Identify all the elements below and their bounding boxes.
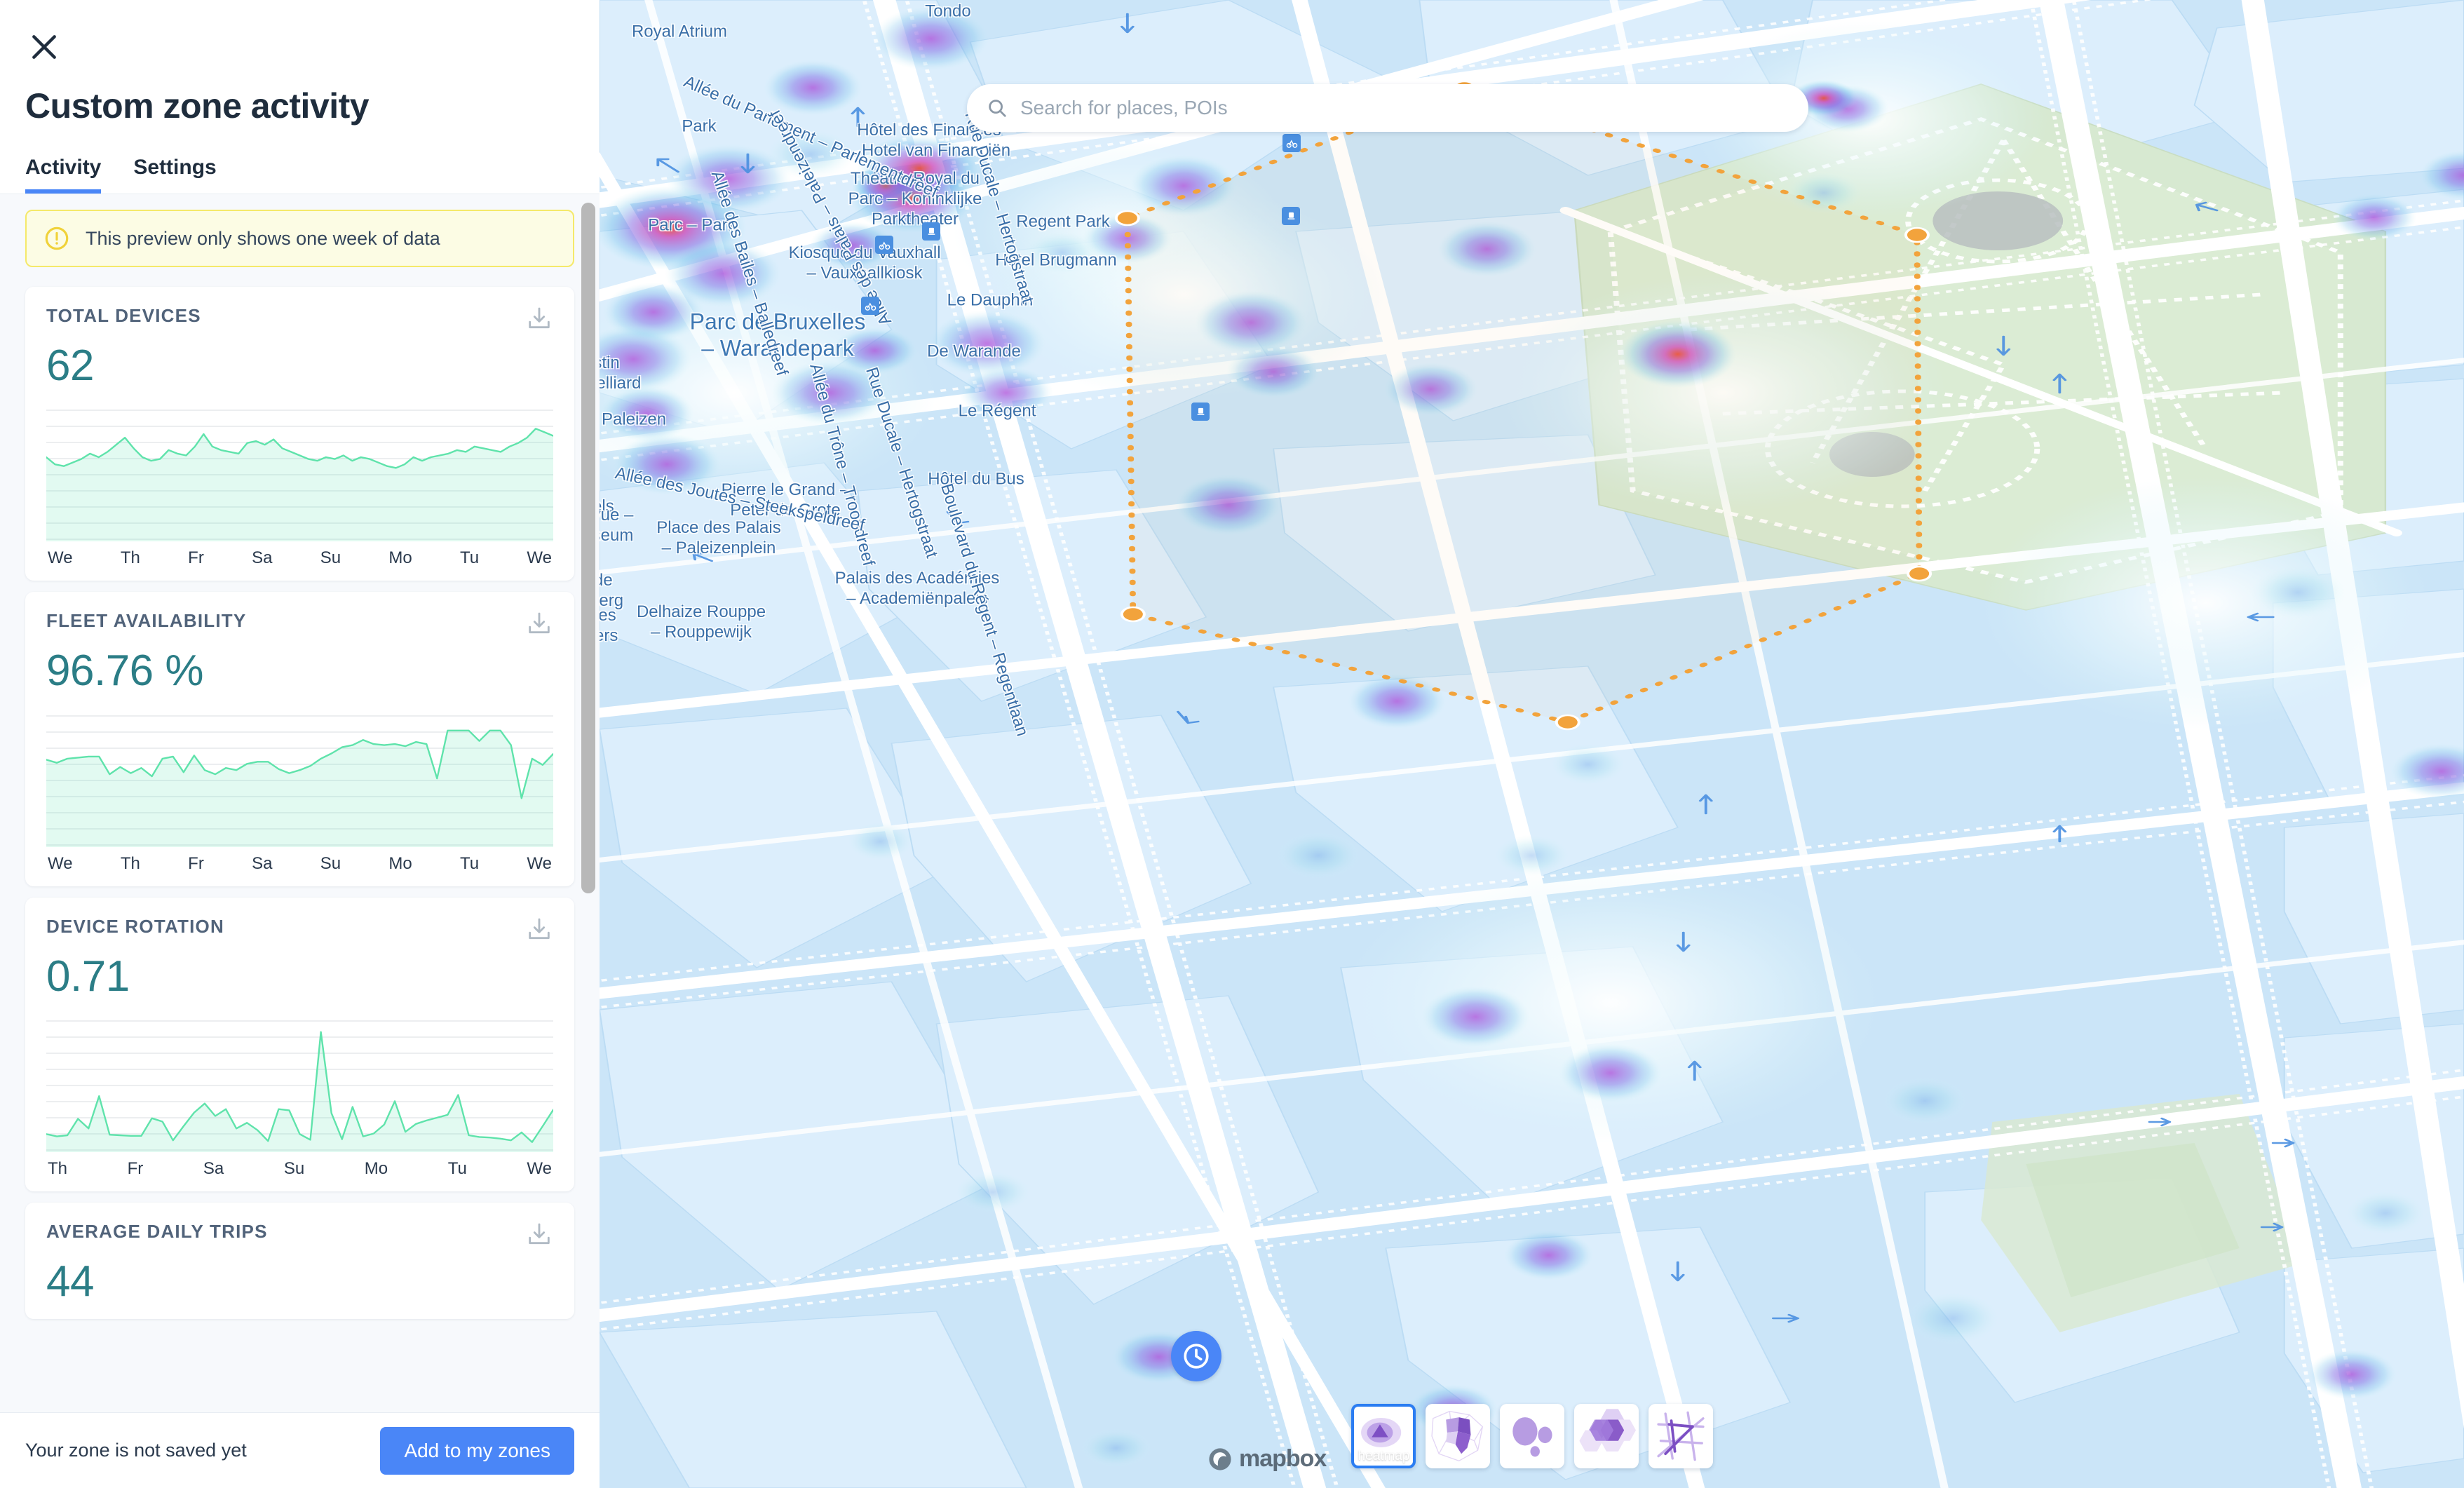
chart-x-axis: Th Fr Sa Su Mo Tu We bbox=[46, 1159, 553, 1179]
chart-tick: We bbox=[527, 548, 552, 568]
preview-notice-text: This preview only shows one week of data bbox=[86, 227, 440, 249]
time-filter-button[interactable] bbox=[1171, 1331, 1221, 1381]
chart-x-axis: We Th Fr Sa Su Mo Tu We bbox=[46, 854, 553, 874]
layer-thumb-flows[interactable] bbox=[1648, 1404, 1713, 1468]
metric-value: 96.76 % bbox=[46, 647, 204, 696]
search-icon bbox=[989, 100, 1006, 117]
download-icon[interactable] bbox=[525, 610, 553, 638]
download-icon[interactable] bbox=[525, 916, 553, 944]
layer-thumb-choropleth[interactable] bbox=[1425, 1404, 1490, 1468]
mapbox-attribution[interactable]: mapbox bbox=[1208, 1445, 1327, 1473]
chart-tick: Mo bbox=[364, 1159, 388, 1179]
chart-tick: We bbox=[48, 853, 73, 873]
map-layer-selector[interactable]: heatmap bbox=[1351, 1404, 1713, 1468]
tab-settings[interactable]: Settings bbox=[133, 156, 216, 194]
sparkline-total-devices: We Th Fr Sa Su Mo Tu We bbox=[46, 408, 553, 568]
chart-tick: Su bbox=[283, 1159, 305, 1179]
chart-x-axis: We Th Fr Sa Su Mo Tu We bbox=[46, 548, 553, 568]
bike-badge-icon bbox=[875, 236, 893, 254]
bike-badge-icon bbox=[1282, 134, 1301, 152]
metric-card-fleet-availability: FLEET AVAILABILITY 96.76 % We Th Fr Sa Su Mo T… bbox=[25, 592, 574, 886]
chart-tick: Mo bbox=[388, 853, 412, 873]
mapbox-wordmark: mapbox bbox=[1239, 1445, 1327, 1472]
metric-value: 0.71 bbox=[46, 952, 130, 1001]
preview-notice: This preview only shows one week of data bbox=[25, 210, 574, 267]
page-title: Custom zone activity bbox=[25, 86, 370, 126]
transit-badge-icon bbox=[1282, 207, 1300, 225]
sparkline-device-rotation: Th Fr Sa Su Mo Tu We bbox=[46, 1019, 553, 1179]
panel-footer: Your zone is not saved yet Add to my zon… bbox=[0, 1412, 600, 1488]
layer-thumb-bubble[interactable] bbox=[1499, 1404, 1564, 1468]
zone-save-status: Your zone is not saved yet bbox=[25, 1440, 247, 1461]
chart-tick: Fr bbox=[188, 548, 204, 568]
sparkline-fleet-availability: We Th Fr Sa Su Mo Tu We bbox=[46, 714, 553, 874]
layer-label-heatmap: heatmap bbox=[1358, 1449, 1410, 1463]
chart-tick: Fr bbox=[127, 1159, 144, 1179]
add-to-my-zones-button[interactable]: Add to my zones bbox=[380, 1426, 574, 1475]
metric-card-device-rotation: DEVICE ROTATION 0.71 Th Fr Sa Su Mo Tu We bbox=[25, 897, 574, 1192]
layer-thumb-heatmap[interactable]: heatmap bbox=[1351, 1404, 1416, 1468]
download-icon[interactable] bbox=[525, 305, 553, 333]
chart-tick: Th bbox=[120, 548, 140, 568]
search-input[interactable] bbox=[1020, 97, 1789, 119]
metric-value: 62 bbox=[46, 341, 94, 390]
metric-card-total-devices: TOTAL DEVICES 62 We Th Fr Sa Su Mo Tu We bbox=[25, 287, 574, 581]
panel-header: Custom zone activity Activity Settings bbox=[0, 0, 600, 194]
map-vector-layer bbox=[600, 0, 2464, 1488]
chart-tick: Th bbox=[48, 1159, 68, 1179]
chart-tick: Tu bbox=[460, 548, 480, 568]
mapbox-logo-icon bbox=[1209, 1447, 1231, 1470]
chart-tick: We bbox=[527, 853, 552, 873]
metric-label: AVERAGE DAILY TRIPS bbox=[46, 1221, 268, 1243]
download-icon[interactable] bbox=[525, 1221, 553, 1249]
metric-value: 44 bbox=[46, 1257, 94, 1306]
chart-tick: Fr bbox=[188, 853, 204, 873]
close-icon[interactable] bbox=[21, 24, 67, 70]
chart-tick: Sa bbox=[252, 548, 273, 568]
panel-tabs: Activity Settings bbox=[25, 156, 574, 194]
tab-activity[interactable]: Activity bbox=[25, 156, 102, 194]
custom-zone-panel: Custom zone activity Activity Settings T… bbox=[0, 0, 600, 1488]
panel-scrollbar[interactable] bbox=[581, 203, 595, 1404]
metric-card-average-daily-trips: AVERAGE DAILY TRIPS 44 bbox=[25, 1203, 574, 1319]
layer-thumb-hexbin[interactable] bbox=[1573, 1404, 1639, 1468]
chart-tick: We bbox=[48, 548, 73, 568]
chart-tick: Tu bbox=[460, 853, 480, 873]
warning-circle-icon bbox=[45, 226, 69, 250]
transit-badge-icon bbox=[1191, 403, 1210, 421]
metric-label: TOTAL DEVICES bbox=[46, 305, 201, 326]
chart-tick: Su bbox=[320, 853, 341, 873]
transit-badge-icon bbox=[922, 222, 940, 241]
map-basemap bbox=[600, 0, 2464, 1488]
clock-icon bbox=[1184, 1344, 1209, 1369]
metric-label: FLEET AVAILABILITY bbox=[46, 610, 247, 632]
chart-tick: Th bbox=[120, 853, 140, 873]
chart-tick: Tu bbox=[447, 1159, 467, 1179]
chart-tick: We bbox=[527, 1159, 552, 1179]
chart-tick: Sa bbox=[252, 853, 273, 873]
panel-scroll-area[interactable]: This preview only shows one week of data… bbox=[0, 194, 600, 1412]
metric-label: DEVICE ROTATION bbox=[46, 915, 224, 937]
chart-tick: Sa bbox=[203, 1159, 224, 1179]
map-search-bar[interactable] bbox=[967, 84, 1808, 132]
chart-tick: Su bbox=[320, 548, 341, 568]
chart-tick: Mo bbox=[388, 548, 412, 568]
map-canvas[interactable]: TondoRoyal AtriumMarquisEmpress CourtCen… bbox=[600, 0, 2464, 1488]
bike-badge-icon bbox=[861, 297, 879, 315]
panel-scrollbar-thumb[interactable] bbox=[581, 203, 595, 893]
